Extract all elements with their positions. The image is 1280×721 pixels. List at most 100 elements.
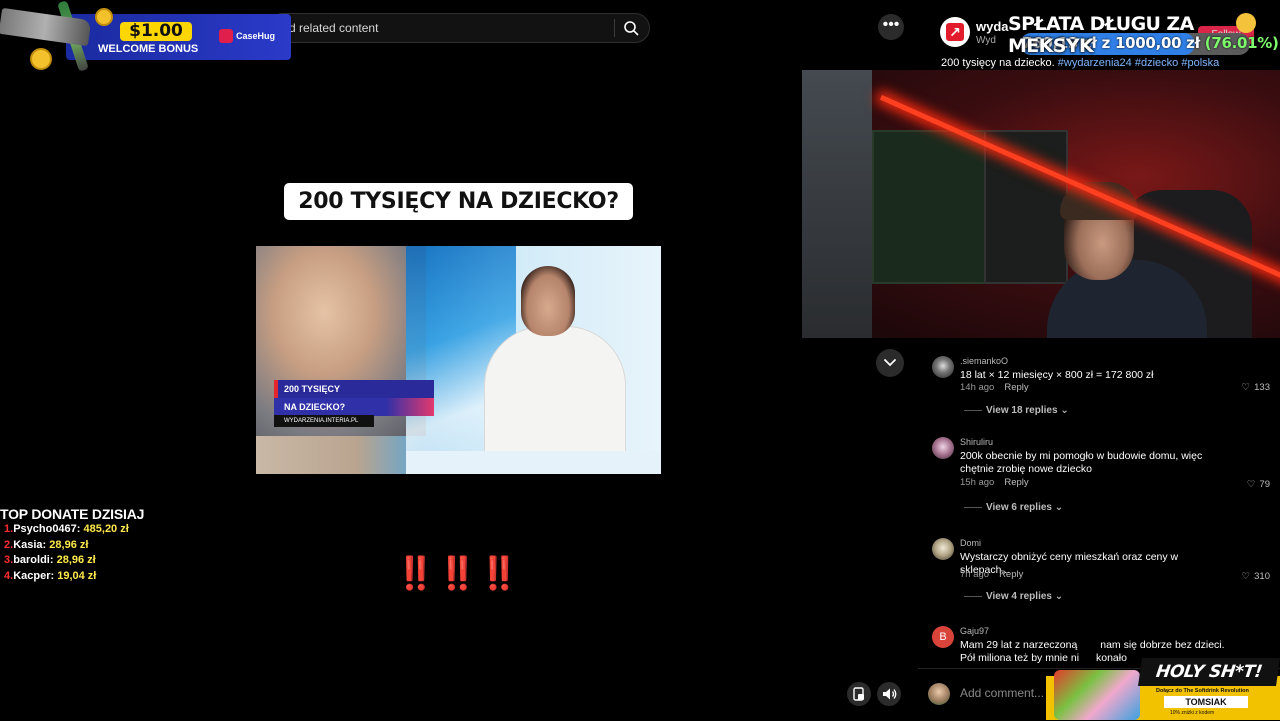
like-button[interactable]: ♡ 79 bbox=[1247, 479, 1270, 490]
sponsor-title: HOLY SH*T! bbox=[1138, 658, 1280, 686]
lower-third-source: WYDARZENIA.INTERIA.PL bbox=[274, 415, 374, 427]
comment-meta: 15h ago Reply bbox=[960, 477, 1029, 488]
avatar-letter: B bbox=[939, 631, 947, 643]
like-button[interactable]: ♡ 310 bbox=[1242, 571, 1270, 582]
news-frame: 200 TYSIĘCY NA DZIECKO? WYDARZENIA.INTER… bbox=[256, 246, 661, 474]
view-replies-label: View 4 replies bbox=[986, 591, 1052, 602]
comment-username[interactable]: Shiruliru bbox=[960, 437, 993, 447]
webcam-feed bbox=[802, 70, 1280, 338]
more-dots-icon: ••• bbox=[882, 16, 900, 33]
lower-third-line2: NA DZIECKO? bbox=[274, 398, 434, 416]
heart-icon: ♡ bbox=[1241, 382, 1251, 393]
avatar[interactable] bbox=[932, 538, 954, 560]
coin-icon bbox=[30, 48, 52, 70]
chevron-down-icon: ⌄ bbox=[1054, 591, 1064, 602]
left-pane bbox=[0, 0, 256, 720]
avatar[interactable] bbox=[932, 356, 954, 378]
view-replies-label: View 18 replies bbox=[986, 405, 1058, 416]
top-donate-panel: TOP DONATE DZISIAJ 1.Psycho0467: 485,20 … bbox=[0, 506, 200, 584]
webcam-shelf bbox=[872, 130, 986, 284]
divider bbox=[964, 409, 982, 411]
donate-rank: 2. bbox=[4, 538, 14, 551]
sponsor-tagline: Dołącz do The Softdrink Revolution bbox=[1156, 688, 1249, 694]
search-icon[interactable] bbox=[623, 20, 639, 36]
avatar[interactable] bbox=[932, 437, 954, 459]
donate-name: Psycho0467 bbox=[13, 523, 77, 535]
comment-username[interactable]: Gaju97 bbox=[960, 626, 989, 636]
search-divider bbox=[614, 19, 615, 37]
webcam-shelf bbox=[984, 130, 1068, 284]
sponsor-code: TOMSIAK bbox=[1164, 696, 1248, 708]
comment-meta: 7h ago Reply bbox=[960, 569, 1023, 580]
volume-button[interactable] bbox=[877, 682, 901, 706]
donate-name: baroldi bbox=[13, 554, 50, 566]
arrow-logo-icon: ↗ bbox=[946, 23, 964, 41]
news-desk bbox=[406, 451, 661, 474]
avatar[interactable]: B bbox=[932, 626, 954, 648]
like-count: 79 bbox=[1259, 479, 1270, 490]
video-bottom-text: ‼️‼️‼️ bbox=[395, 555, 522, 591]
speaker-icon bbox=[883, 688, 897, 700]
reply-button[interactable]: Reply bbox=[1004, 477, 1028, 488]
more-options-button[interactable]: ••• bbox=[878, 14, 904, 40]
search-bar[interactable]: d related content bbox=[268, 13, 650, 43]
divider bbox=[964, 595, 982, 597]
account-avatar[interactable]: ↗ bbox=[940, 17, 970, 47]
comment-text: 200k obecnie by mi pomogło w budowie dom… bbox=[960, 450, 1203, 475]
sponsor-banner: HOLY SH*T! Dołącz do The Softdrink Revol… bbox=[1046, 656, 1280, 720]
picture-in-picture-button[interactable] bbox=[847, 682, 871, 706]
comment-meta: 14h ago Reply bbox=[960, 382, 1029, 393]
comment-text: 18 lat × 12 miesięcy × 800 zł = 172 800 … bbox=[960, 369, 1154, 381]
hashtag-link[interactable]: #polska bbox=[1181, 57, 1219, 69]
coin-icon bbox=[95, 8, 113, 26]
comments-list: .siemankoO 18 lat × 12 miesięcy × 800 zł… bbox=[918, 340, 1280, 668]
video-player[interactable]: 200 TYSIĘCY NA DZIECKO? 200 TYSIĘCY NA D… bbox=[256, 46, 661, 720]
view-replies-button[interactable]: View 6 replies ⌄ bbox=[964, 502, 1063, 513]
lower-third-line1: 200 TYSIĘCY bbox=[274, 380, 434, 398]
donate-rank: 4. bbox=[4, 569, 14, 582]
hashtag-link[interactable]: #dziecko bbox=[1135, 57, 1178, 69]
chevron-down-icon: ⌄ bbox=[1060, 405, 1069, 416]
donate-row: 2.Kasia: 28,96 zł bbox=[4, 538, 89, 551]
product-cans-image bbox=[1054, 670, 1140, 720]
donate-rank: 3. bbox=[4, 554, 14, 566]
reply-button[interactable]: Reply bbox=[999, 569, 1023, 580]
donate-amount: 28,96 zł bbox=[56, 554, 96, 566]
like-count: 310 bbox=[1254, 571, 1270, 582]
donate-rank: 1. bbox=[4, 523, 14, 535]
promo-subtitle: WELCOME BONUS bbox=[98, 43, 199, 55]
chevron-down-icon bbox=[884, 359, 896, 367]
like-button[interactable]: ♡ 133 bbox=[1242, 382, 1270, 393]
donate-title: TOP DONATE DZISIAJ bbox=[0, 506, 145, 522]
promo-brand: CaseHug bbox=[236, 31, 276, 41]
streamer-hair bbox=[1060, 182, 1138, 220]
comment-time: 15h ago bbox=[960, 477, 995, 488]
avatar bbox=[928, 683, 950, 705]
description-text: 200 tysięcy na dziecko. bbox=[941, 57, 1055, 69]
view-replies-label: View 6 replies bbox=[986, 502, 1052, 513]
promo-banner: $1.00 WELCOME BONUS CaseHug bbox=[0, 0, 291, 72]
casehug-logo-icon bbox=[219, 29, 233, 43]
reply-button[interactable]: Reply bbox=[1004, 382, 1028, 393]
pip-icon bbox=[853, 687, 864, 701]
chevron-down-icon: ⌄ bbox=[1054, 502, 1064, 513]
account-name[interactable]: wyda bbox=[976, 19, 1009, 34]
comment-time: 7h ago bbox=[960, 569, 990, 580]
collapse-button[interactable] bbox=[876, 349, 904, 377]
heart-icon: ♡ bbox=[1246, 479, 1256, 490]
donate-name: Kasia bbox=[13, 538, 43, 551]
add-comment-input[interactable]: Add comment... bbox=[960, 686, 1044, 700]
face-emoji-icon bbox=[1236, 13, 1256, 33]
donate-row: 3.baroldi: 28,96 zł bbox=[4, 554, 96, 566]
view-replies-button[interactable]: View 4 replies ⌄ bbox=[964, 591, 1063, 602]
video-title-card: 200 TYSIĘCY NA DZIECKO? bbox=[284, 183, 633, 220]
donate-amount: 485,20 zł bbox=[83, 523, 129, 535]
sponsor-discount: 10% zniżki z kodem bbox=[1170, 710, 1215, 716]
like-count: 133 bbox=[1254, 382, 1270, 393]
webcam-wall bbox=[802, 70, 872, 338]
view-replies-button[interactable]: View 18 replies ⌄ bbox=[964, 405, 1069, 416]
comment-username[interactable]: .siemankoO bbox=[960, 356, 1008, 366]
search-input[interactable]: d related content bbox=[289, 21, 378, 35]
hashtag-link[interactable]: #wydarzenia24 bbox=[1058, 57, 1132, 69]
comment-username[interactable]: Domi bbox=[960, 538, 981, 548]
